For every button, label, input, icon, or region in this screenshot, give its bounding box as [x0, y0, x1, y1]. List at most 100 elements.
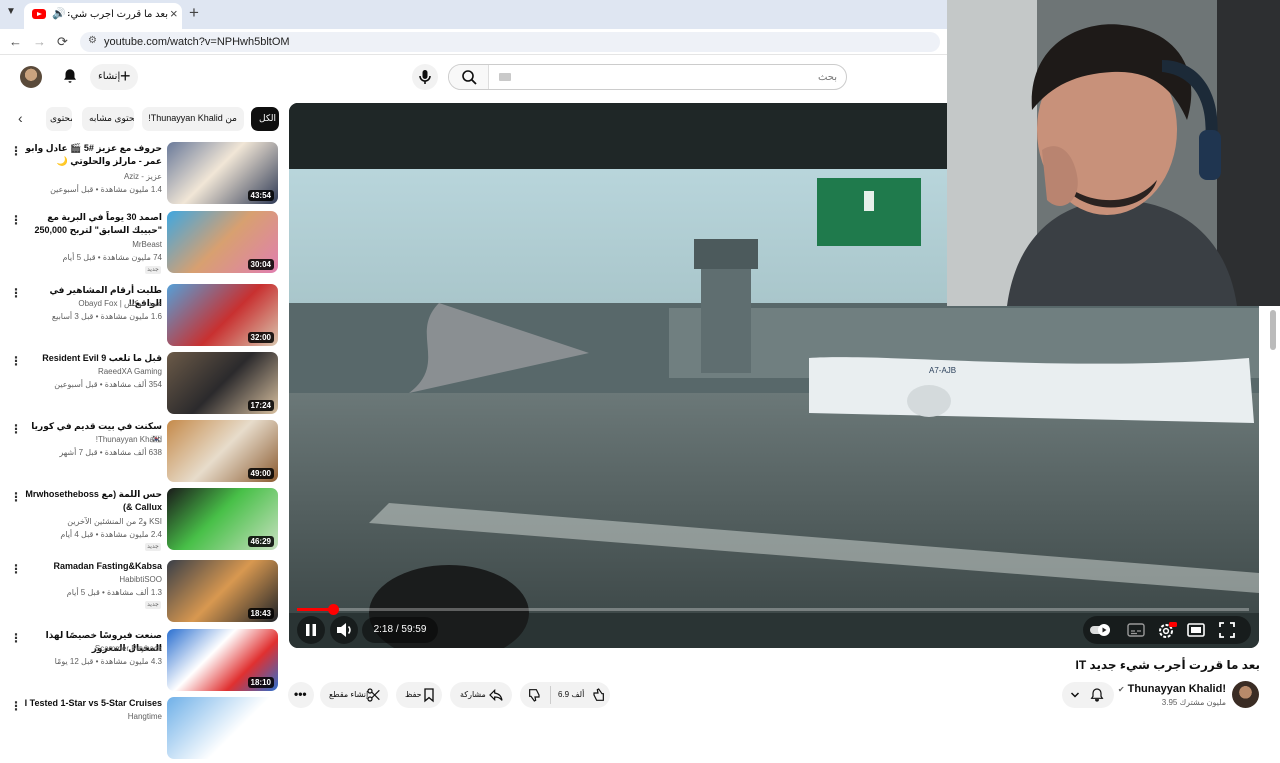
like-dislike-group: 6.9 ألف	[520, 682, 610, 708]
channel-name[interactable]: HabibtiSOO	[24, 575, 162, 584]
channel-name[interactable]: عزيز - Aziz	[24, 172, 162, 181]
player-right-controls	[1083, 616, 1251, 644]
video-title-heading: بعد ما قررت أجرب شيء جديد IT	[1075, 658, 1261, 672]
related-video-item[interactable]: ⋮ قبل ما تلعب Resident Evil 9 RaeedXA Ga…	[0, 352, 284, 418]
close-tab-icon[interactable]: ×	[170, 6, 178, 21]
video-meta: 2.4 مليون مشاهدة • قبل 4 أيام	[60, 530, 162, 539]
theater-mode-icon[interactable]	[1187, 623, 1205, 637]
chips-scroll-left-icon[interactable]: ‹	[18, 110, 23, 126]
account-avatar[interactable]	[20, 66, 42, 88]
channel-name-text: Thunayyan Khalid!	[1127, 683, 1226, 695]
video-thumbnail[interactable]: 17:24	[167, 352, 278, 414]
duration-badge: 49:00	[247, 468, 274, 479]
subscribed-notifications-button[interactable]	[1062, 682, 1114, 708]
more-options-icon[interactable]: ⋮	[10, 422, 22, 436]
speaker-icon[interactable]: 🔊	[52, 7, 66, 20]
video-title[interactable]: حس اللمة (مع Mrwhosetheboss & Callux)	[24, 488, 162, 514]
clip-label: إنشاء مقطع	[329, 690, 369, 699]
share-arrow-icon	[489, 688, 503, 702]
related-video-item[interactable]: ⋮ صنعت فيروسًا خصيصًا لهذا المحتال المغر…	[0, 629, 284, 695]
more-options-icon[interactable]: ⋮	[10, 354, 22, 368]
dislike-icon[interactable]	[527, 687, 543, 703]
related-video-item[interactable]: ⋮ I Tested 1-Star vs 5-Star Cruises Hang…	[0, 697, 284, 763]
video-meta: 1.3 ألف مشاهدة • قبل 5 أيام	[66, 588, 162, 597]
video-thumbnail[interactable]: 46:29	[167, 488, 278, 550]
video-thumbnail[interactable]: 18:43	[167, 560, 278, 622]
page-scrollbar[interactable]	[1270, 310, 1276, 350]
video-thumbnail[interactable]: 18:10	[167, 629, 278, 691]
related-video-item[interactable]: ⋮ Ramadan Fasting&Kabsa HabibtiSOO 1.3 أ…	[0, 560, 284, 626]
more-options-icon[interactable]: ⋮	[10, 213, 22, 227]
more-actions-button[interactable]: •••	[288, 682, 314, 708]
more-options-icon[interactable]: ⋮	[10, 699, 22, 713]
related-video-item[interactable]: ⋮ سكنت في بيت قديم في كوريا 🇰🇷 Thunayyan…	[0, 420, 284, 486]
aircraft-registration: A7-AJB	[929, 366, 956, 375]
channel-avatar[interactable]	[1232, 681, 1259, 708]
more-options-icon[interactable]: ⋮	[10, 144, 22, 158]
captions-icon[interactable]	[1127, 623, 1145, 637]
video-thumbnail[interactable]: 49:00	[167, 420, 278, 482]
search-input[interactable]	[497, 68, 837, 86]
create-button[interactable]: إنشاء +	[90, 64, 138, 90]
duration-badge: 46:29	[247, 536, 274, 547]
video-title[interactable]: حروف مع عزيز #5 🎬 عادل وابو عمر - مارلز …	[24, 142, 162, 168]
url-field[interactable]: ⚙ youtube.com/watch?v=NPHwh5bltOM	[80, 32, 940, 52]
chevron-down-icon	[1070, 692, 1080, 698]
video-title[interactable]: اصمد 30 يوماً في البرية مع "حبيبك السابق…	[24, 211, 162, 237]
video-thumbnail[interactable]: 32:00	[167, 284, 278, 346]
video-title[interactable]: قبل ما تلعب Resident Evil 9	[24, 352, 162, 365]
more-options-icon[interactable]: ⋮	[10, 286, 22, 300]
chip-all[interactable]: الكل	[251, 107, 279, 131]
autoplay-toggle-icon[interactable]	[1089, 622, 1111, 638]
time-current-total: 2:18 / 59:59	[373, 624, 427, 635]
channel-name[interactable]: Thunayyan Khalid!	[24, 435, 162, 444]
volume-button[interactable]	[330, 616, 358, 644]
channel-name[interactable]: Scammer Payback	[24, 644, 162, 653]
seek-bar[interactable]	[297, 604, 1249, 615]
more-options-icon[interactable]: ⋮	[10, 562, 22, 576]
video-title[interactable]: I Tested 1-Star vs 5-Star Cruises	[24, 697, 162, 710]
new-badge: جديد	[145, 601, 161, 609]
voice-search-button[interactable]	[412, 64, 438, 90]
share-button[interactable]: مشاركة	[450, 682, 512, 708]
save-button[interactable]: حفظ	[396, 682, 442, 708]
site-settings-icon[interactable]: ⚙	[88, 35, 97, 46]
settings-gear-icon[interactable]	[1157, 620, 1177, 640]
video-thumbnail[interactable]: 30:04	[167, 211, 278, 273]
chip-content-partial[interactable]: محتوى	[46, 107, 72, 131]
fullscreen-icon[interactable]	[1219, 622, 1235, 638]
channel-name[interactable]: MrBeast	[24, 240, 162, 249]
video-thumbnail[interactable]: 43:54	[167, 142, 278, 204]
new-badge: جديد	[145, 266, 161, 274]
video-meta: 1.6 مليون مشاهدة • قبل 3 أسابيع	[51, 312, 162, 321]
reload-icon[interactable]: ⟳	[57, 34, 68, 50]
like-icon[interactable]	[590, 687, 606, 703]
more-options-icon[interactable]: ⋮	[10, 631, 22, 645]
seek-bar-handle[interactable]	[327, 604, 339, 615]
related-video-item[interactable]: ⋮ حس اللمة (مع Mrwhosetheboss & Callux) …	[0, 488, 284, 554]
pause-button[interactable]	[297, 616, 325, 644]
video-thumbnail[interactable]	[167, 697, 278, 759]
related-video-item[interactable]: ⋮ طلبت أرقام المشاهير في الواقع!! عبيد ف…	[0, 284, 284, 350]
microphone-icon	[419, 70, 431, 84]
related-video-item[interactable]: ⋮ اصمد 30 يوماً في البرية مع "حبيبك السا…	[0, 211, 284, 277]
video-meta: 638 ألف مشاهدة • قبل 7 أشهر	[59, 448, 162, 457]
bookmark-icon	[424, 688, 434, 703]
tab-search-chevron-icon[interactable]: ▼	[6, 6, 16, 17]
search-button[interactable]	[449, 65, 489, 89]
channel-name[interactable]: عبيد فوكس | Obayd Fox	[24, 299, 162, 308]
browser-tab[interactable]: 🔊 بعد ما قررت أجرب شيء جديد ×	[24, 3, 182, 29]
more-options-icon[interactable]: ⋮	[10, 490, 22, 504]
channel-name[interactable]: KSI و2 من المنشئين الآخرين	[24, 517, 162, 526]
url-text: youtube.com/watch?v=NPHwh5bltOM	[104, 36, 290, 48]
related-video-item[interactable]: ⋮ حروف مع عزيز #5 🎬 عادل وابو عمر - مارل…	[0, 142, 284, 208]
chip-similar-content[interactable]: محتوى مشابه	[82, 107, 134, 131]
back-arrow-icon[interactable]: ←	[9, 34, 22, 49]
channel-name[interactable]: RaeedXA Gaming	[24, 367, 162, 376]
notifications-bell-icon[interactable]	[61, 67, 79, 85]
chip-from-channel[interactable]: من Thunayyan Khalid!	[142, 107, 244, 131]
video-title[interactable]: Ramadan Fasting&Kabsa	[24, 560, 162, 573]
forward-arrow-icon[interactable]: →	[33, 34, 46, 49]
new-tab-icon[interactable]: +	[189, 3, 199, 23]
clip-button[interactable]: إنشاء مقطع	[320, 682, 388, 708]
